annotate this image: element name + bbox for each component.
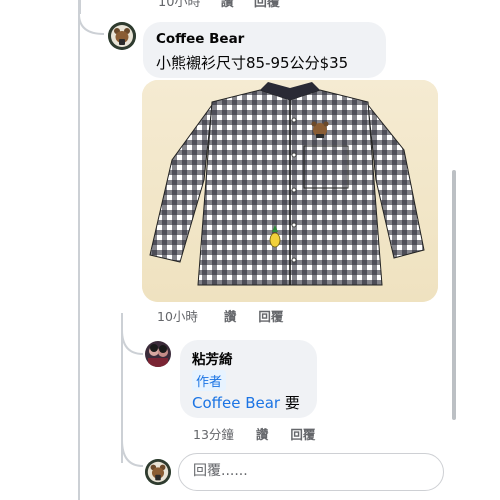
thread-curve-reply (121, 330, 144, 355)
reply-text: Coffee Bear 要 (192, 392, 300, 413)
thread-line-comment (79, 0, 81, 14)
coffee-bear-logo-icon (108, 22, 136, 50)
comment-meta: 10小時 讚 回覆 (157, 306, 297, 325)
comment-like-link[interactable]: 讚 (224, 306, 237, 325)
comment-bubble: Coffee Bear 小熊襯衫尺寸85-95公分$35 (143, 22, 386, 78)
reply-input-box[interactable] (178, 453, 444, 491)
reply-author-name[interactable]: 粘芳綺 (192, 348, 233, 368)
shirt-photo[interactable] (142, 80, 438, 302)
reply-reply-link[interactable]: 回覆 (290, 424, 315, 443)
user-photo-icon (145, 341, 171, 367)
comment-time[interactable]: 10小時 (157, 306, 198, 325)
scrollbar-thumb[interactable] (452, 170, 456, 420)
commenter-avatar[interactable] (108, 22, 136, 50)
comment-author-name[interactable]: Coffee Bear (156, 31, 244, 47)
thread-line-main (78, 0, 80, 500)
previous-comment-reply-link[interactable]: 回覆 (254, 0, 280, 10)
coffee-bear-logo-icon (145, 459, 171, 485)
reply-input[interactable] (193, 463, 423, 479)
author-badge: 作者 (192, 370, 227, 391)
previous-comment-meta: 10小時 讚 回覆 (158, 0, 296, 10)
checkered-shirt-image (142, 80, 438, 302)
comment-reply-link[interactable]: 回覆 (258, 306, 283, 325)
previous-comment-time: 10小時 (158, 0, 201, 10)
thread-curve-input (121, 440, 144, 467)
thread-curve-1 (78, 14, 105, 35)
current-user-avatar (145, 459, 171, 485)
previous-comment-like-link[interactable]: 讚 (221, 0, 234, 10)
reply-text-suffix: 要 (280, 394, 300, 412)
reply-time[interactable]: 13分鐘 (193, 424, 234, 443)
mention-link[interactable]: Coffee Bear (192, 394, 280, 412)
reply-meta: 13分鐘 讚 回覆 (193, 424, 329, 443)
reply-like-link[interactable]: 讚 (256, 424, 269, 443)
reply-author-avatar[interactable] (145, 341, 171, 367)
comment-text: 小熊襯衫尺寸85-95公分$35 (156, 54, 349, 72)
reply-bubble: 粘芳綺 作者 Coffee Bear 要 (180, 340, 317, 418)
